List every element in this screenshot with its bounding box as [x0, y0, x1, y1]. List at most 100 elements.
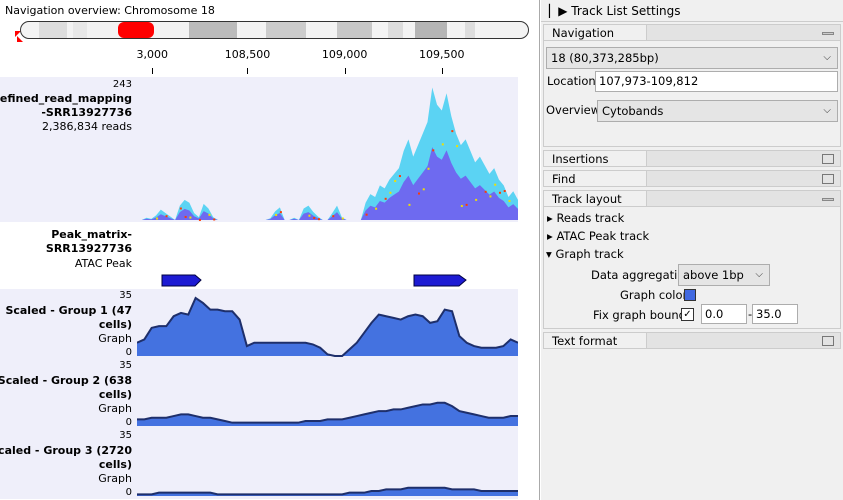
- section-track-layout[interactable]: Track layout: [543, 190, 841, 207]
- coverage-graph: [137, 87, 518, 221]
- peak-track-name-2: SRR13927736: [45, 242, 132, 255]
- variant-mark: [279, 211, 282, 214]
- variant-mark: [475, 198, 478, 201]
- folder-icon[interactable]: [822, 336, 834, 346]
- peak-feature: [413, 274, 467, 287]
- folder-icon[interactable]: [822, 174, 834, 184]
- overview-label: Overview: [546, 103, 601, 117]
- graph-color-swatch[interactable]: [684, 289, 696, 301]
- section-navigation[interactable]: Navigation: [543, 24, 841, 41]
- graph-area: [137, 402, 518, 426]
- graph-track-name: Scaled - Group 2 (638: [0, 374, 132, 387]
- ruler-tick: [152, 68, 154, 74]
- reads-track-name-2: -SRR13927736: [41, 106, 132, 119]
- reads-track-toggle[interactable]: ▸ Reads track: [547, 211, 624, 225]
- centromere: [118, 22, 154, 38]
- peak-track-name: Peak_matrix-: [51, 228, 132, 241]
- graph-track-type: Graph: [98, 472, 132, 485]
- graph-track-type: Graph: [98, 332, 132, 345]
- graph-track-label: Graph track: [555, 247, 624, 261]
- reads-track[interactable]: 243 Refined_read_mapping -SRR13927736 2,…: [0, 77, 539, 222]
- variant-mark: [489, 195, 492, 198]
- variant-mark: [165, 215, 168, 218]
- variant-mark: [332, 215, 335, 218]
- variant-mark: [398, 175, 401, 178]
- graph-track[interactable]: 35 Scaled - Group 1 (47 cells) Graph 0: [0, 289, 539, 359]
- variant-mark: [365, 213, 368, 216]
- graph-min: 0: [125, 347, 132, 358]
- chromosome-ideogram[interactable]: [20, 21, 529, 39]
- graph-track-name: Scaled - Group 1 (47: [5, 304, 132, 317]
- variant-mark: [317, 218, 320, 221]
- variant-mark: [189, 216, 192, 219]
- data-aggregation-label: Data aggregation: [591, 268, 692, 282]
- graph-area: [137, 298, 518, 356]
- location-label: Location:: [547, 74, 600, 88]
- fix-bounds-label: Fix graph bounds: [593, 308, 692, 322]
- aggregation-value: above 1bp: [683, 268, 744, 282]
- graph-track[interactable]: 35 Scaled - Group 2 (638 cells) Graph 0: [0, 359, 539, 429]
- overview-select[interactable]: Cytobands ⌵: [597, 100, 838, 122]
- section-title: Insertions: [544, 151, 647, 166]
- graph-plot: [137, 296, 518, 357]
- section-title: Find: [544, 171, 647, 186]
- graph-track-name-2: cells): [98, 458, 132, 471]
- section-text-format[interactable]: Text format: [543, 332, 841, 349]
- ruler-tick: [441, 68, 443, 74]
- graph-track-toggle[interactable]: ▾ Graph track: [546, 247, 624, 261]
- reads-track-name: Refined_read_mapping: [0, 92, 132, 105]
- minimize-icon[interactable]: [822, 32, 834, 35]
- panel-header[interactable]: ▏▶ Track List Settings: [541, 0, 843, 22]
- variant-mark: [494, 183, 497, 186]
- variant-mark: [427, 167, 430, 170]
- chromosome-value: 18 (80,373,285bp): [551, 51, 659, 65]
- variant-mark: [394, 180, 397, 183]
- peak-track[interactable]: Peak_matrix- SRR13927736 ATAC Peak: [0, 222, 539, 289]
- minimize-icon[interactable]: [822, 198, 834, 201]
- overview-value: Cytobands: [602, 104, 664, 118]
- track-view[interactable]: Navigation overview: Chromosome 18 3,000…: [0, 0, 540, 500]
- reads-count: 2,386,834 reads: [42, 120, 132, 133]
- data-aggregation-select[interactable]: above 1bp ⌵: [678, 264, 770, 286]
- reads-track-label: Reads track: [556, 211, 625, 225]
- variant-mark: [508, 200, 511, 203]
- variant-mark: [313, 217, 316, 220]
- graph-track-name-2: cells): [98, 318, 132, 331]
- atac-track-label: ATAC Peak track: [556, 229, 650, 243]
- graph-track[interactable]: 35 Scaled - Group 3 (2720 cells) Graph 0: [0, 429, 539, 499]
- bound-min-input[interactable]: 0.0: [701, 304, 747, 324]
- peak-feature: [161, 274, 202, 287]
- ruler-tick: [344, 68, 346, 74]
- graph-track-type: Graph: [98, 402, 132, 415]
- atac-track-toggle[interactable]: ▸ ATAC Peak track: [547, 229, 649, 243]
- variant-mark: [441, 143, 444, 146]
- ruler-tick: [247, 68, 249, 74]
- section-find[interactable]: Find: [543, 170, 841, 187]
- variant-mark: [460, 205, 463, 208]
- section-insertions[interactable]: Insertions: [543, 150, 841, 167]
- graph-max: 35: [119, 430, 132, 441]
- fix-bounds-checkbox[interactable]: ✓: [681, 308, 694, 321]
- collapse-panel-icon[interactable]: ▏▶: [549, 4, 571, 18]
- track-list-settings-panel: ▏▶ Track List Settings Navigation 18 (80…: [541, 0, 843, 500]
- graph-track-name-2: cells): [98, 388, 132, 401]
- section-title: Navigation: [544, 25, 647, 40]
- location-input[interactable]: 107,973-109,812: [595, 71, 838, 92]
- variant-mark: [498, 191, 501, 194]
- chromosome-select[interactable]: 18 (80,373,285bp) ⌵: [546, 47, 838, 69]
- bound-max-input[interactable]: 35.0: [752, 304, 798, 324]
- navigation-overview-title: Navigation overview: Chromosome 18: [5, 4, 215, 17]
- variant-mark: [384, 197, 387, 200]
- variant-mark: [422, 188, 425, 191]
- folder-icon[interactable]: [822, 154, 834, 164]
- variant-mark: [208, 213, 211, 216]
- variant-mark: [375, 207, 378, 210]
- variant-mark: [408, 203, 411, 206]
- panel-title: Track List Settings: [571, 4, 681, 18]
- ruler-tick-label: 3,000: [136, 48, 168, 61]
- variant-mark: [275, 213, 278, 216]
- variant-mark: [308, 214, 311, 217]
- region-end-marker[interactable]: [17, 36, 23, 42]
- ruler-tick-label: 109,000: [321, 48, 368, 61]
- peak-track-type: ATAC Peak: [74, 257, 132, 270]
